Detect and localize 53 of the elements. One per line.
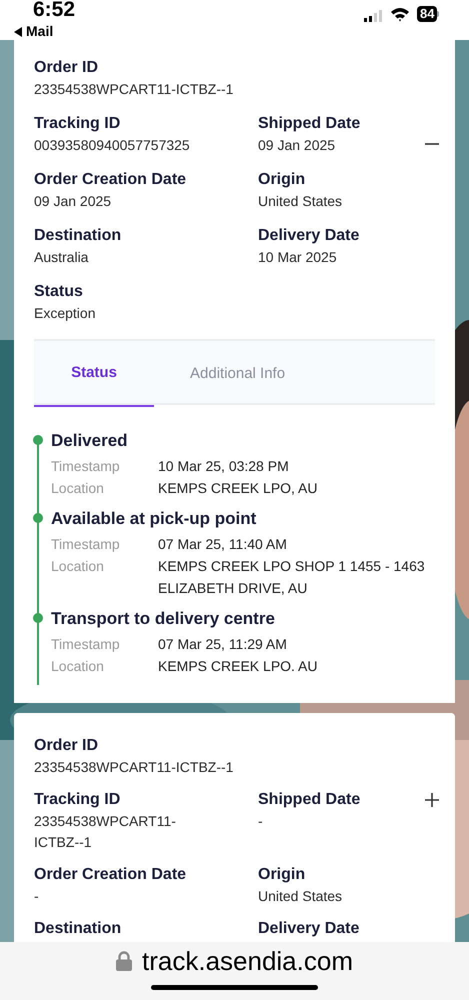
- event-value: KEMPS CREEK LPO SHOP 1 1455 - 1463 ELIZABETH DRIVE, AU: [158, 557, 426, 598]
- field-label: Status: [34, 282, 83, 302]
- field-value: 09 Jan 2025: [34, 192, 112, 211]
- field-value: 00393580940057757325: [34, 136, 190, 155]
- field-value: United States: [258, 887, 342, 906]
- field-label: Order ID: [34, 736, 98, 756]
- event-value: KEMPS CREEK LPO. AU: [158, 657, 318, 676]
- field-label: Origin: [258, 865, 306, 885]
- field-value: Exception: [34, 304, 96, 323]
- field-label: Delivery Date: [258, 226, 360, 246]
- back-arrow-icon: [14, 26, 23, 36]
- field-label: Delivery Date: [258, 919, 360, 939]
- field-label: Destination: [34, 226, 122, 246]
- field-label: Origin: [258, 170, 306, 190]
- lock-icon: [116, 951, 132, 971]
- url-text[interactable]: track.asendia.com: [142, 943, 353, 979]
- field-label: Tracking ID: [34, 114, 120, 134]
- event-title: Available at pick-up point: [51, 508, 258, 530]
- field-value: -: [34, 887, 39, 906]
- clock: 6:52: [33, 0, 76, 23]
- event-title: Transport to delivery centre: [51, 608, 276, 630]
- event-label: Location: [51, 479, 105, 498]
- field-value: United States: [258, 192, 342, 211]
- tab[interactable]: Status: [34, 341, 154, 407]
- event-value: 10 Mar 25, 03:28 PM: [158, 457, 289, 476]
- back-link[interactable]: Mail: [26, 21, 54, 42]
- plus-icon[interactable]: [424, 792, 440, 808]
- battery-icon: 84: [417, 6, 440, 22]
- field-value: -: [258, 812, 263, 831]
- event-label: Timestamp: [51, 535, 121, 554]
- field-value: 23354538WPCART11-ICTBZ--1: [34, 812, 177, 852]
- event-label: Location: [51, 657, 105, 676]
- field-value: 23354538WPCART11-ICTBZ--1: [34, 80, 234, 99]
- field-label: Order Creation Date: [34, 865, 186, 885]
- field-label: Order ID: [34, 58, 98, 78]
- wifi-icon: [390, 7, 410, 22]
- event-label: Location: [51, 557, 105, 576]
- event-label: Timestamp: [51, 457, 121, 476]
- field-label: Tracking ID: [34, 790, 120, 810]
- event-value: 07 Mar 25, 11:29 AM: [158, 635, 287, 654]
- event-title: Delivered: [51, 430, 129, 452]
- field-value: 23354538WPCART11-ICTBZ--1: [34, 758, 234, 777]
- event-value: 07 Mar 25, 11:40 AM: [158, 535, 287, 554]
- field-value: Australia: [34, 248, 88, 267]
- event-label: Timestamp: [51, 635, 121, 654]
- signal-icon: [364, 10, 382, 22]
- field-label: Shipped Date: [258, 114, 360, 134]
- event-value: KEMPS CREEK LPO, AU: [158, 479, 318, 498]
- field-label: Shipped Date: [258, 790, 360, 810]
- field-value: 09 Jan 2025: [258, 136, 336, 155]
- field-label: Destination: [34, 919, 122, 939]
- field-value: 10 Mar 2025: [258, 248, 337, 267]
- field-label: Order Creation Date: [34, 170, 186, 190]
